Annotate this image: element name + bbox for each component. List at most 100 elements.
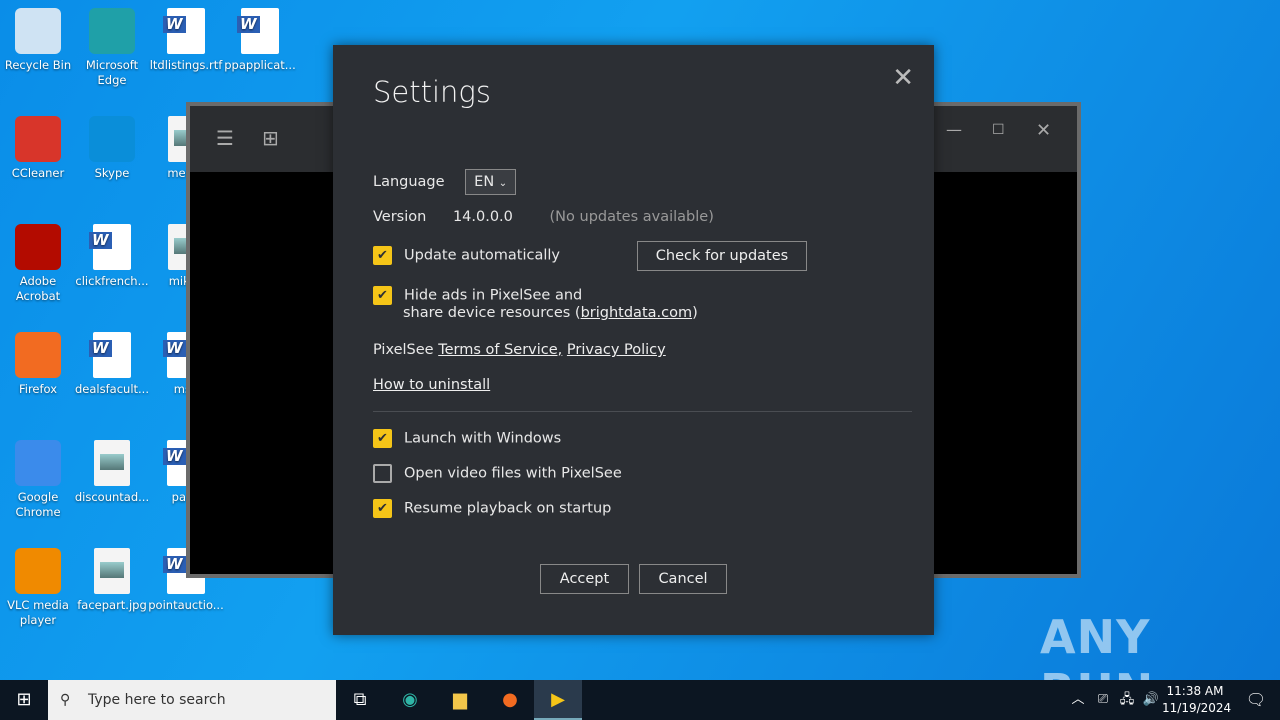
desktop-icon[interactable]: CCleaner [0, 110, 76, 181]
app-icon [89, 8, 135, 54]
tos-prefix: PixelSee [373, 342, 439, 358]
desktop-icon[interactable]: dealsfacult... [74, 326, 150, 397]
word-icon [89, 224, 131, 270]
firefox-taskbar-icon[interactable]: ● [486, 680, 534, 720]
accept-button[interactable]: Accept [540, 564, 629, 594]
cancel-button[interactable]: Cancel [639, 564, 727, 594]
desktop-icon-label: facepart.jpg [77, 598, 147, 612]
divider [373, 411, 912, 412]
pic-icon [94, 440, 130, 486]
desktop-icon[interactable]: Adobe Acrobat [0, 218, 76, 304]
terms-link[interactable]: Terms of Service, [438, 342, 562, 358]
desktop-icon[interactable]: ltdlistings.rtf [148, 2, 224, 73]
privacy-link[interactable]: Privacy Policy [567, 342, 666, 358]
desktop-icon-label: Skype [94, 166, 130, 180]
checkbox-label: Launch with Windows [404, 430, 562, 447]
language-value: EN [474, 174, 495, 190]
checkbox-label: Resume playback on startup [404, 500, 612, 517]
task-view-icon[interactable]: ⧉ [336, 680, 384, 720]
close-icon[interactable]: ✕ [892, 63, 914, 93]
update-automatically-checkbox[interactable]: ✔ Update automatically [373, 246, 560, 265]
desktop-icon[interactable]: VLC media player [0, 542, 76, 628]
chevron-down-icon: ⌄ [498, 178, 508, 189]
app-icon [15, 440, 61, 486]
checkbox-checked-icon: ✔ [373, 286, 392, 305]
desktop-icon-label: Recycle Bin [4, 58, 72, 72]
checkbox-label: Open video files with PixelSee [404, 465, 622, 482]
desktop-icon[interactable]: facepart.jpg [74, 542, 150, 613]
app-icon [15, 548, 61, 594]
checkbox-label: Hide ads in PixelSee and [404, 287, 583, 304]
pixelsee-taskbar-icon[interactable]: ▶ [534, 680, 582, 720]
language-label: Language [373, 174, 445, 190]
desktop-icon[interactable]: clickfrench... [74, 218, 150, 289]
settings-dialog: Settings ✕ Language EN ⌄ Version 14.0.0.… [333, 45, 934, 635]
desktop-icon[interactable]: Microsoft Edge [74, 2, 150, 88]
desktop-icon-label: dealsfacult... [75, 382, 149, 396]
desktop-icon-label: CCleaner [11, 166, 65, 180]
desktop-icon[interactable]: Recycle Bin [0, 2, 76, 73]
brightdata-link[interactable]: brightdata.com [581, 305, 693, 321]
desktop-icon[interactable]: ppapplicat... [222, 2, 298, 73]
version-label: Version [373, 209, 427, 225]
start-button[interactable]: ⊞ [0, 680, 48, 720]
hide-ads-label-3: ) [692, 305, 698, 321]
search-icon: ⚲ [60, 692, 71, 708]
date: 11/19/2024 [1162, 701, 1232, 715]
word-icon [89, 332, 131, 378]
pic-icon [94, 548, 130, 594]
update-status: (No updates available) [549, 209, 714, 225]
volume-icon[interactable]: 🔊 [1140, 680, 1162, 720]
desktop-icon[interactable]: discountad... [74, 434, 150, 505]
clock[interactable]: 11:38 AM 11/19/2024 [1162, 683, 1232, 717]
checkbox-checked-icon: ✔ [373, 499, 392, 518]
close-window-button[interactable]: ✕ [1036, 120, 1051, 141]
network-icon[interactable]: 🖧 [1116, 680, 1138, 720]
desktop-icon[interactable]: Skype [74, 110, 150, 181]
taskbar: ⊞ ⚲ Type here to search ⧉ ◉ ▆ ● ▶ ︿ ⎚ 🖧 🔊… [0, 680, 1280, 720]
file-explorer-icon[interactable]: ▆ [436, 680, 484, 720]
checkbox-unchecked-icon [373, 464, 392, 483]
desktop-icon-label: clickfrench... [75, 274, 149, 288]
word-icon [237, 8, 279, 54]
search-placeholder: Type here to search [88, 692, 226, 708]
desktop-icon-label: Adobe Acrobat [15, 274, 61, 303]
open-video-files-checkbox[interactable]: Open video files with PixelSee [373, 464, 622, 483]
chevron-up-icon[interactable]: ︿ [1066, 680, 1090, 720]
desktop-icon[interactable]: Google Chrome [0, 434, 76, 520]
hide-ads-checkbox[interactable]: ✔ Hide ads in PixelSee and [373, 286, 582, 305]
maximize-button[interactable]: ☐ [992, 122, 1005, 138]
checkbox-label: Update automatically [404, 247, 560, 264]
desktop-icon-label: ppapplicat... [224, 58, 296, 72]
time: 11:38 AM [1166, 684, 1224, 698]
menu-icon[interactable]: ☰ [216, 126, 234, 150]
app-icon [15, 116, 61, 162]
desktop-icon-label: discountad... [74, 490, 150, 504]
desktop-icon[interactable]: Firefox [0, 326, 76, 397]
desktop-icon-label: pointauctio... [148, 598, 224, 612]
camera-icon[interactable]: ⎚ [1092, 680, 1114, 720]
app-icon [15, 332, 61, 378]
check-for-updates-button[interactable]: Check for updates [637, 241, 807, 271]
app-icon [15, 224, 61, 270]
notifications-icon[interactable]: 🗨 [1232, 680, 1280, 720]
desktop-icon-label: Google Chrome [15, 490, 61, 519]
hide-ads-label-2: share device resources ( [403, 305, 581, 321]
desktop-icon-label: ltdlistings.rtf [149, 58, 223, 72]
app-icon [15, 8, 61, 54]
checkbox-checked-icon: ✔ [373, 246, 392, 265]
uninstall-link[interactable]: How to uninstall [373, 377, 490, 393]
checkbox-checked-icon: ✔ [373, 429, 392, 448]
add-file-icon[interactable]: ⊞ [262, 126, 279, 150]
version-value: 14.0.0.0 [452, 209, 513, 225]
desktop-icon-label: Firefox [18, 382, 58, 396]
minimize-button[interactable]: — [946, 120, 962, 139]
desktop-icon-label: VLC media player [7, 598, 69, 627]
resume-playback-checkbox[interactable]: ✔ Resume playback on startup [373, 499, 611, 518]
search-input[interactable]: ⚲ Type here to search [48, 680, 336, 720]
launch-with-windows-checkbox[interactable]: ✔ Launch with Windows [373, 429, 561, 448]
app-icon [89, 116, 135, 162]
language-select[interactable]: EN ⌄ [465, 169, 517, 195]
desktop-icon-label: Microsoft Edge [85, 58, 139, 87]
edge-taskbar-icon[interactable]: ◉ [386, 680, 434, 720]
